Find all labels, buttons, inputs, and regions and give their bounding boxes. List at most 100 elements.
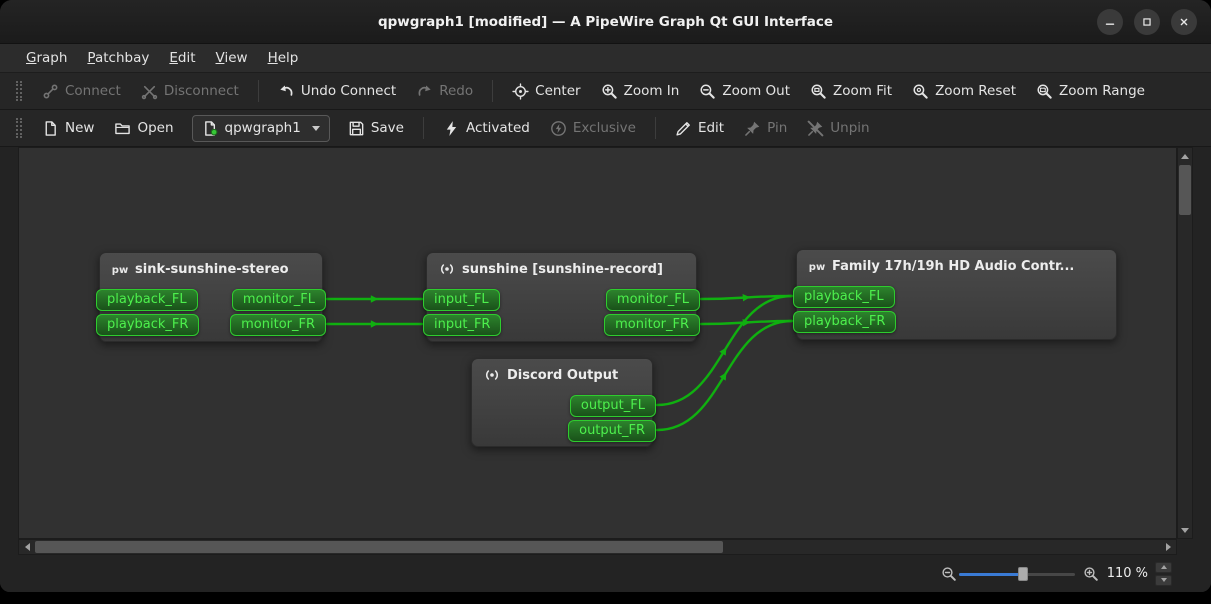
port-playback-fr[interactable]: playback_FR [96,314,199,336]
patchbay-selector-combo[interactable]: qpwgraph1 [192,115,330,142]
toolbar-button-edit[interactable]: Edit [667,115,732,142]
zoom-out-icon[interactable] [941,566,957,582]
toolbar-button-exclusive[interactable]: Exclusive [542,115,644,142]
menu-patchbay[interactable]: Patchbay [77,44,159,72]
menu-help[interactable]: Help [258,44,309,72]
toolbar-label: Edit [698,120,724,136]
port-monitor-fr[interactable]: monitor_FR [230,314,326,336]
menu-edit[interactable]: Edit [159,44,205,72]
scroll-down-button[interactable] [1178,523,1192,537]
toolbar-button-new[interactable]: New [34,115,102,142]
port-playback-fr[interactable]: playback_FR [793,311,896,333]
toolbar-label: Zoom Out [722,83,790,99]
horizontal-scrollbar-thumb[interactable] [35,541,723,553]
menu-view[interactable]: View [206,44,258,72]
main-area: sink-sunshine-stereo playback_FL playback_… [0,147,1211,592]
toolbar-handle-icon[interactable] [16,118,22,138]
node-sunshine[interactable]: sunshine [sunshine-record] input_FL input_… [426,252,697,342]
edit-icon [675,120,692,137]
patchbay-file-icon [202,120,219,137]
toolbar-button-redo[interactable]: Redo [408,78,481,105]
menubar: GraphPatchbayEditViewHelp [0,44,1211,73]
toolbar-button-zoom-fit[interactable]: Zoom Fit [802,78,900,105]
slider-handle[interactable] [1018,567,1028,581]
port-input-fr[interactable]: input_FR [423,314,501,336]
toolbar-button-undo-connect[interactable]: Undo Connect [270,78,404,105]
port-playback-fl[interactable]: playback_FL [793,286,895,308]
toolbar-button-zoom-reset[interactable]: Zoom Reset [904,78,1024,105]
close-button[interactable] [1171,9,1197,35]
toolbar-label: Center [535,83,580,99]
close-icon [1177,15,1191,29]
node-family[interactable]: Family 17h/19h HD Audio Contr...playback… [796,249,1117,340]
node-title: sink-sunshine-stereo [135,262,289,277]
triangle-down-icon [1161,578,1167,582]
port-output-fr[interactable]: output_FR [568,420,656,442]
minimize-button[interactable] [1097,9,1123,35]
connections-layer [19,148,1176,538]
node-header: sunshine [sunshine-record] [427,253,696,281]
port-output-fl[interactable]: output_FL [570,395,656,417]
scroll-right-button[interactable] [1161,540,1175,554]
spin-up-button[interactable] [1155,562,1172,573]
toolbar-button-pin[interactable]: Pin [736,115,795,142]
titlebar[interactable]: qpwgraph1 [modified] — A PipeWire Graph … [0,0,1211,44]
toolbar-label: Undo Connect [301,83,396,99]
toolbar-button-disconnect[interactable]: Disconnect [133,78,247,105]
toolbar-separator [655,117,656,139]
zoom-reset-icon [912,83,929,100]
toolbar-separator [492,80,493,102]
toolbar-label: Zoom Range [1059,83,1145,99]
toolbar-label: Connect [65,83,121,99]
toolbar-main: Connect Disconnect Undo Connect Redo Center Z… [0,73,1211,110]
toolbar-label: Disconnect [164,83,239,99]
toolbar-label: Exclusive [573,120,636,136]
menu-graph[interactable]: Graph [16,44,77,72]
minimize-icon [1103,15,1117,29]
port-monitor-fl[interactable]: monitor_FL [606,289,700,311]
activated-icon [443,120,460,137]
toolbar-button-zoom-out[interactable]: Zoom Out [691,78,798,105]
redo-icon [416,83,433,100]
toolbar-button-center[interactable]: Center [504,78,588,105]
node-discord[interactable]: Discord Output output_FL output_FR [471,358,653,447]
triangle-right-icon [1166,543,1171,551]
spin-down-button[interactable] [1155,575,1172,586]
toolbar-button-zoom-in[interactable]: Zoom In [593,78,688,105]
scroll-left-button[interactable] [20,540,34,554]
toolbar-handle-icon[interactable] [16,81,22,101]
zoom-out-icon [699,83,716,100]
audio-icon [439,261,455,277]
toolbar-button-save[interactable]: Save [340,115,412,142]
horizontal-scrollbar[interactable] [18,539,1177,555]
toolbar-button-zoom-range[interactable]: Zoom Range [1028,78,1153,105]
port-monitor-fr[interactable]: monitor_FR [604,314,700,336]
toolbar-label: Zoom In [624,83,680,99]
port-monitor-fl[interactable]: monitor_FL [232,289,326,311]
vertical-scrollbar[interactable] [1177,147,1193,539]
zoom-in-icon[interactable] [1083,566,1099,582]
triangle-down-icon [1181,528,1189,533]
toolbar-button-open[interactable]: Open [106,115,181,142]
port-playback-fl[interactable]: playback_FL [96,289,198,311]
maximize-button[interactable] [1134,9,1160,35]
slider-fill [959,573,1023,576]
scroll-up-button[interactable] [1178,149,1192,163]
open-icon [114,120,131,137]
zoom-spinbox[interactable]: 110 % [1107,562,1172,586]
toolbar-button-activated[interactable]: Activated [435,115,538,142]
zoom-slider[interactable] [959,566,1075,582]
toolbar-label: Redo [439,83,473,99]
unpin-icon [807,120,824,137]
vertical-scrollbar-thumb[interactable] [1179,165,1191,215]
node-sink[interactable]: sink-sunshine-stereo playback_FL playback_… [99,252,323,342]
node-title: Discord Output [507,368,618,383]
toolbar-label: Open [137,120,173,136]
connect-icon [42,83,59,100]
undo-icon [278,83,295,100]
port-input-fl[interactable]: input_FL [423,289,500,311]
toolbar-label: Unpin [830,120,869,136]
toolbar-button-connect[interactable]: Connect [34,78,129,105]
graph-canvas[interactable]: sink-sunshine-stereo playback_FL playback_… [18,147,1177,539]
toolbar-button-unpin[interactable]: Unpin [799,115,877,142]
